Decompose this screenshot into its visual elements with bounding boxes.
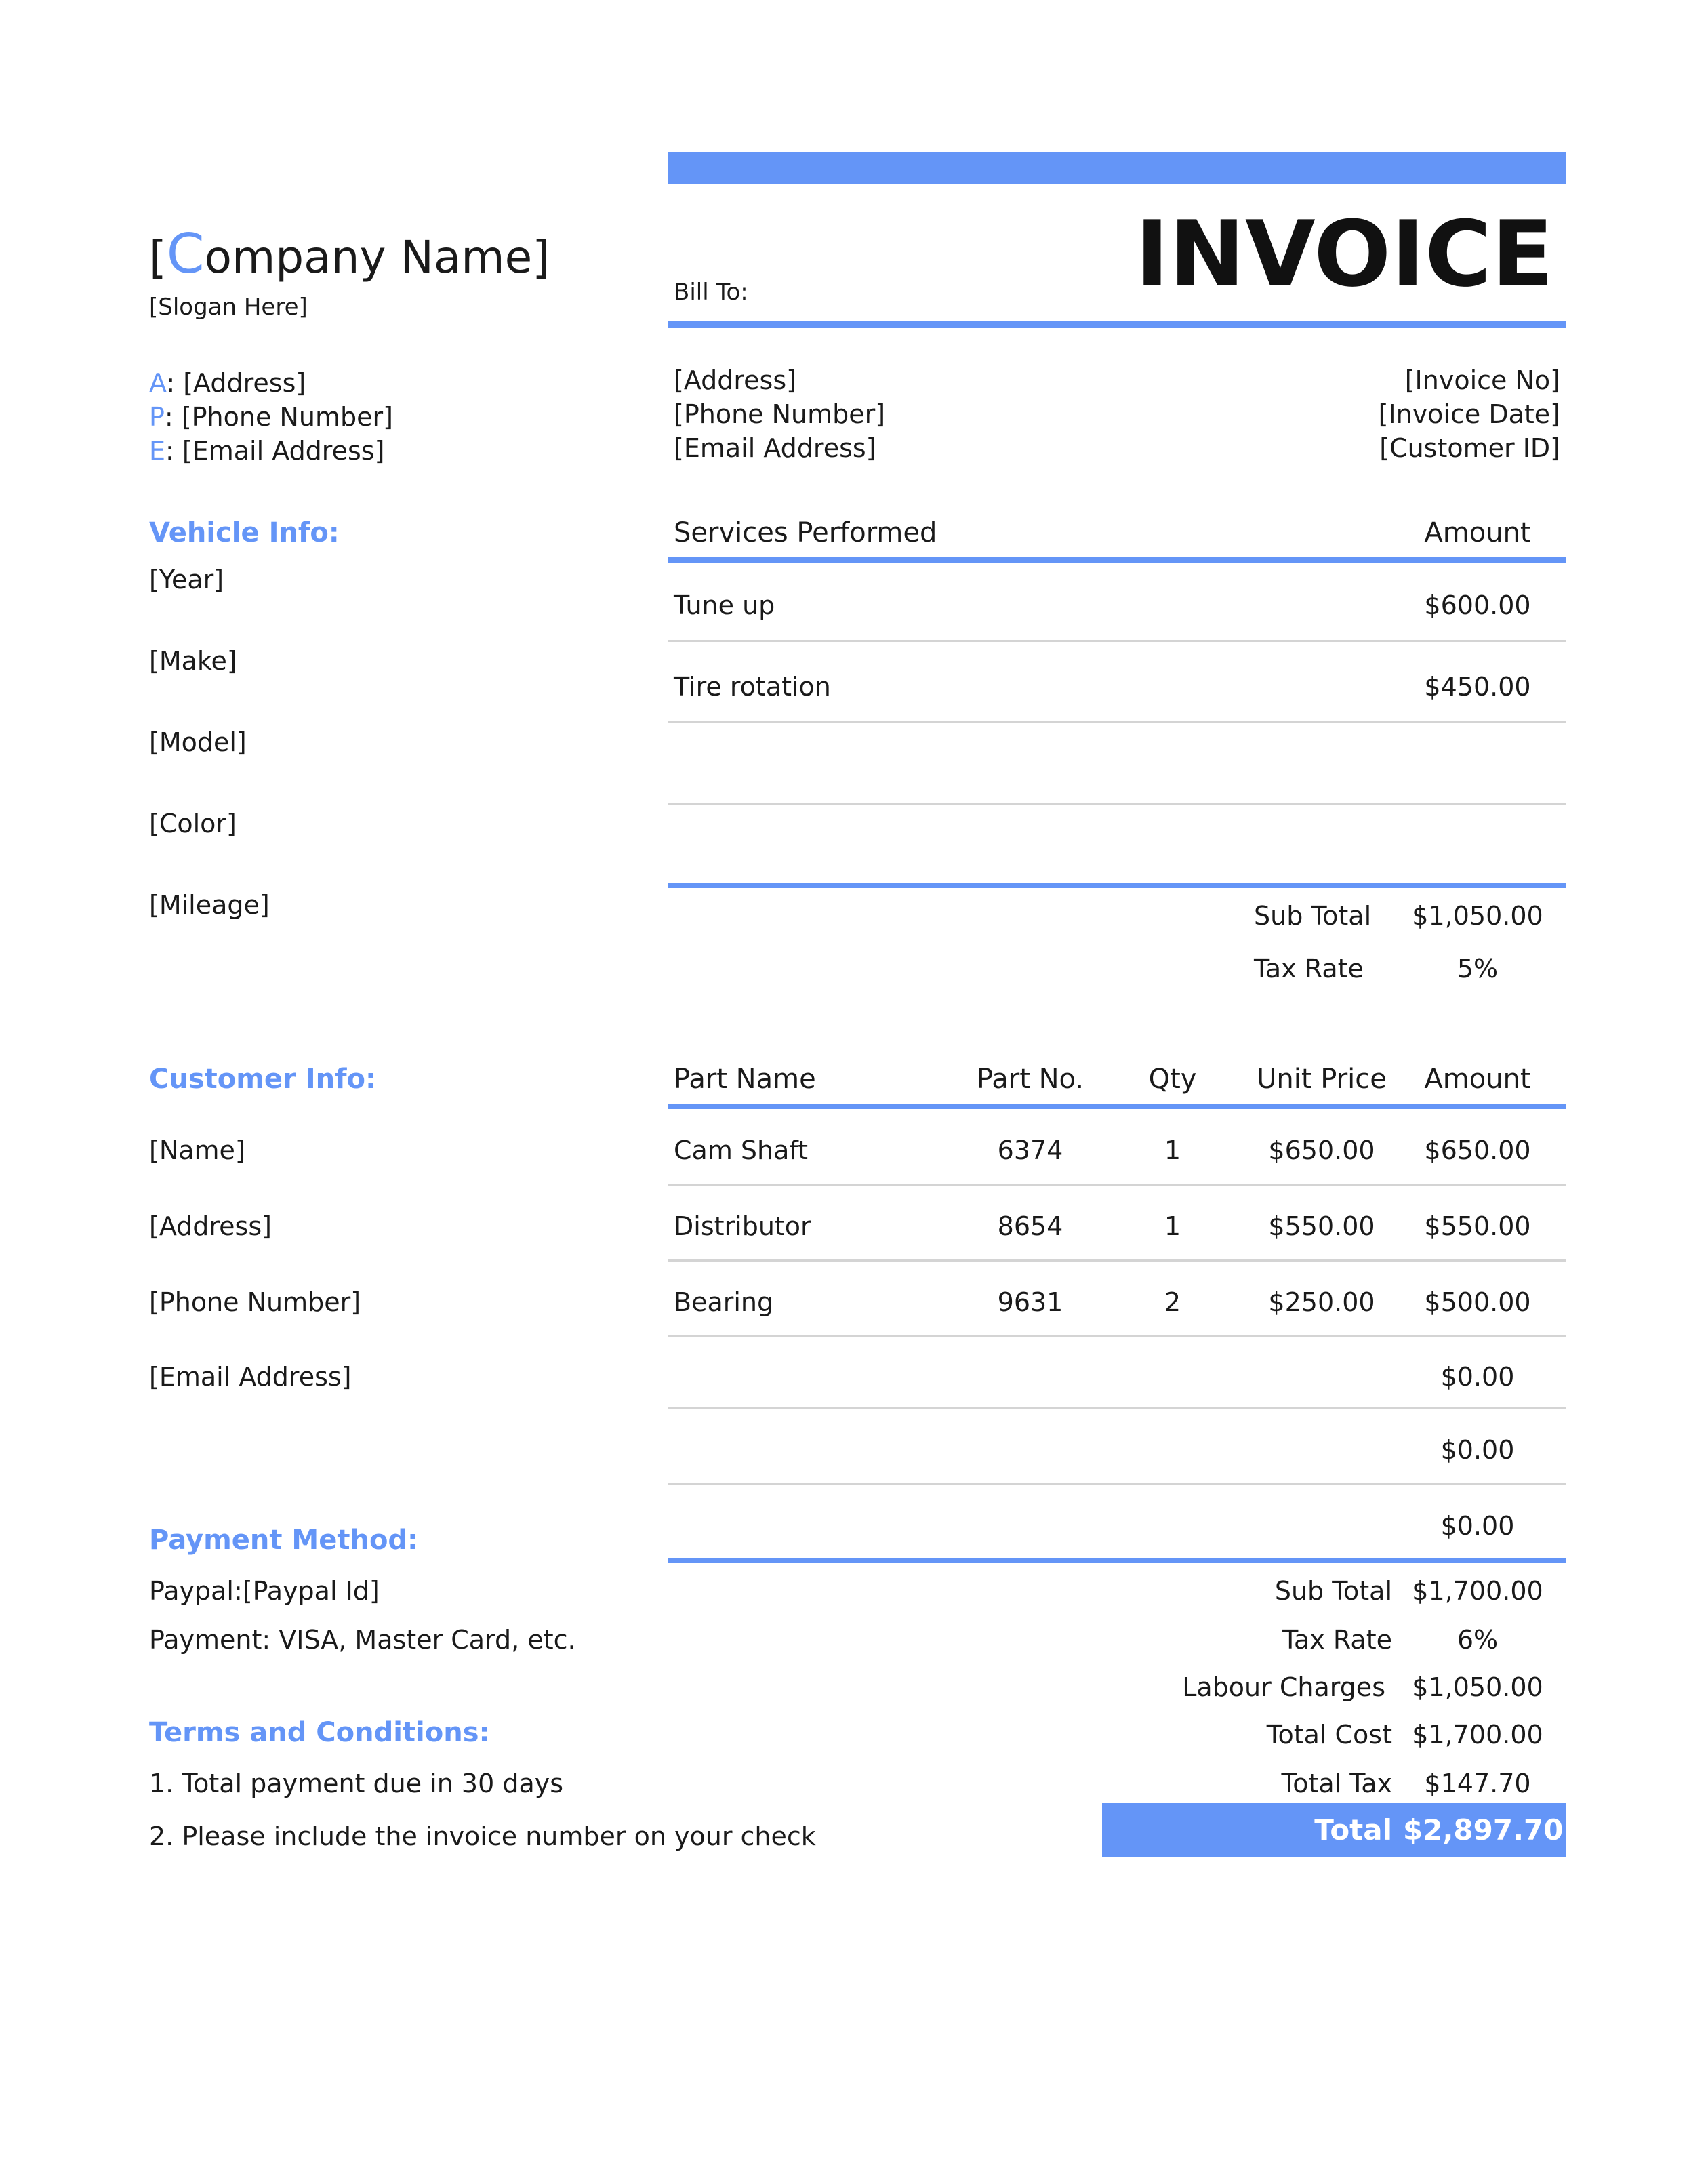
contact-address: A: [Address]: [149, 368, 306, 398]
parts-header-amount: Amount: [1424, 1064, 1531, 1095]
part-row-divider: [668, 1407, 1566, 1409]
vehicle-year: [Year]: [149, 565, 224, 594]
part-row-1-qty: 1: [1164, 1135, 1181, 1165]
service-row-1-amount: $600.00: [1424, 590, 1531, 620]
company-name: [Company Name]: [149, 224, 550, 288]
services-header-service: Services Performed: [674, 517, 937, 548]
vehicle-color: [Color]: [149, 809, 237, 839]
part-row-3-qty: 2: [1164, 1287, 1181, 1317]
contact-phone-key: P: [149, 402, 165, 432]
bill-to-address: [Address]: [674, 365, 796, 395]
contact-email-value: [Email Address]: [182, 436, 385, 466]
service-row-divider: [668, 721, 1566, 723]
part-row-3-no: 9631: [997, 1287, 1063, 1317]
part-row-divider: [668, 1335, 1566, 1337]
customer-address: [Address]: [149, 1211, 272, 1241]
part-row-1-name: Cam Shaft: [674, 1135, 809, 1165]
service-row-1-name: Tune up: [674, 590, 775, 620]
customer-info-heading: Customer Info:: [149, 1064, 376, 1095]
grand-total-value: $2,897.70: [1403, 1813, 1564, 1847]
part-row-2-name: Distributor: [674, 1211, 811, 1241]
service-row-2-name: Tire rotation: [674, 672, 831, 702]
totals-labour-value: $1,050.00: [1412, 1672, 1543, 1702]
part-row-2-amount: $550.00: [1424, 1211, 1531, 1241]
services-footer-divider: [668, 883, 1566, 888]
part-row-1-unit: $650.00: [1268, 1135, 1375, 1165]
bill-to-phone: [Phone Number]: [674, 399, 886, 429]
company-bracket-close: ]: [532, 231, 550, 283]
part-row-2-qty: 1: [1164, 1211, 1181, 1241]
vehicle-make: [Make]: [149, 646, 237, 676]
services-subtotal-value: $1,050.00: [1412, 901, 1543, 931]
vehicle-mileage: [Mileage]: [149, 890, 270, 920]
parts-header-divider: [668, 1104, 1566, 1109]
part-row-3-unit: $250.00: [1268, 1287, 1375, 1317]
bill-to-label: Bill To:: [674, 279, 748, 306]
services-tax-value: 5%: [1457, 954, 1499, 984]
part-row-divider: [668, 1259, 1566, 1262]
customer-id: [Customer ID]: [1379, 433, 1560, 463]
services-tax-label: Tax Rate: [1254, 954, 1364, 984]
parts-header-unit: Unit Price: [1257, 1064, 1387, 1095]
totals-cost-value: $1,700.00: [1412, 1720, 1543, 1750]
parts-header-name: Part Name: [674, 1064, 816, 1095]
part-row-divider: [668, 1184, 1566, 1186]
part-row-5-amount: $0.00: [1440, 1435, 1515, 1465]
parts-header-qty: Qty: [1148, 1064, 1197, 1095]
bill-to-email: [Email Address]: [674, 433, 876, 463]
vehicle-model: [Model]: [149, 727, 247, 757]
company-slogan: [Slogan Here]: [149, 294, 308, 321]
invoice-title: INVOICE: [1135, 201, 1553, 307]
service-row-divider: [668, 640, 1566, 642]
company-initial: C: [166, 222, 205, 285]
services-subtotal-label: Sub Total: [1254, 901, 1372, 931]
parts-header-no: Part No.: [976, 1064, 1084, 1095]
payment-methods: Payment: VISA, Master Card, etc.: [149, 1625, 576, 1655]
company-bracket-open: [: [149, 231, 167, 283]
customer-name: [Name]: [149, 1135, 245, 1165]
invoice-date: [Invoice Date]: [1378, 399, 1560, 429]
part-row-3-name: Bearing: [674, 1287, 774, 1317]
totals-totaltax-label: Total Tax: [1281, 1769, 1392, 1798]
part-row-6-amount: $0.00: [1440, 1511, 1515, 1541]
contact-phone-value: [Phone Number]: [181, 402, 393, 432]
totals-totaltax-value: $147.70: [1424, 1769, 1531, 1798]
services-header-divider: [668, 557, 1566, 563]
totals-subtotal-value: $1,700.00: [1412, 1576, 1543, 1606]
part-row-1-no: 6374: [997, 1135, 1063, 1165]
part-row-2-unit: $550.00: [1268, 1211, 1375, 1241]
totals-subtotal-label: Sub Total: [1274, 1576, 1392, 1606]
contact-phone: P: [Phone Number]: [149, 402, 393, 432]
part-row-4-amount: $0.00: [1440, 1362, 1515, 1392]
service-row-divider: [668, 803, 1566, 805]
payment-method-heading: Payment Method:: [149, 1525, 419, 1556]
invoice-number: [Invoice No]: [1404, 365, 1560, 395]
customer-email: [Email Address]: [149, 1362, 352, 1392]
parts-footer-divider: [668, 1558, 1566, 1563]
payment-paypal: Paypal:[Paypal Id]: [149, 1576, 380, 1606]
part-row-1-amount: $650.00: [1424, 1135, 1531, 1165]
customer-phone: [Phone Number]: [149, 1287, 361, 1317]
totals-tax-value: 6%: [1457, 1625, 1499, 1655]
contact-email: E: [Email Address]: [149, 436, 385, 466]
bill-to-divider: [668, 321, 1566, 328]
contact-email-key: E: [149, 436, 166, 466]
terms-item-2: 2. Please include the invoice number on …: [149, 1821, 816, 1851]
services-header-amount: Amount: [1424, 517, 1531, 548]
totals-labour-label: Labour Charges: [1182, 1672, 1385, 1702]
part-row-3-amount: $500.00: [1424, 1287, 1531, 1317]
totals-cost-label: Total Cost: [1266, 1720, 1392, 1750]
terms-item-1: 1. Total payment due in 30 days: [149, 1769, 564, 1798]
part-row-divider: [668, 1483, 1566, 1485]
top-accent-bar: [668, 152, 1566, 184]
contact-address-value: [Address]: [183, 368, 306, 398]
grand-total-label: Total: [1314, 1813, 1392, 1847]
totals-tax-label: Tax Rate: [1282, 1625, 1392, 1655]
vehicle-info-heading: Vehicle Info:: [149, 517, 340, 548]
terms-heading: Terms and Conditions:: [149, 1717, 490, 1748]
part-row-2-no: 8654: [997, 1211, 1063, 1241]
service-row-2-amount: $450.00: [1424, 672, 1531, 702]
contact-address-key: A: [149, 368, 167, 398]
company-name-rest: ompany Name: [204, 231, 533, 283]
